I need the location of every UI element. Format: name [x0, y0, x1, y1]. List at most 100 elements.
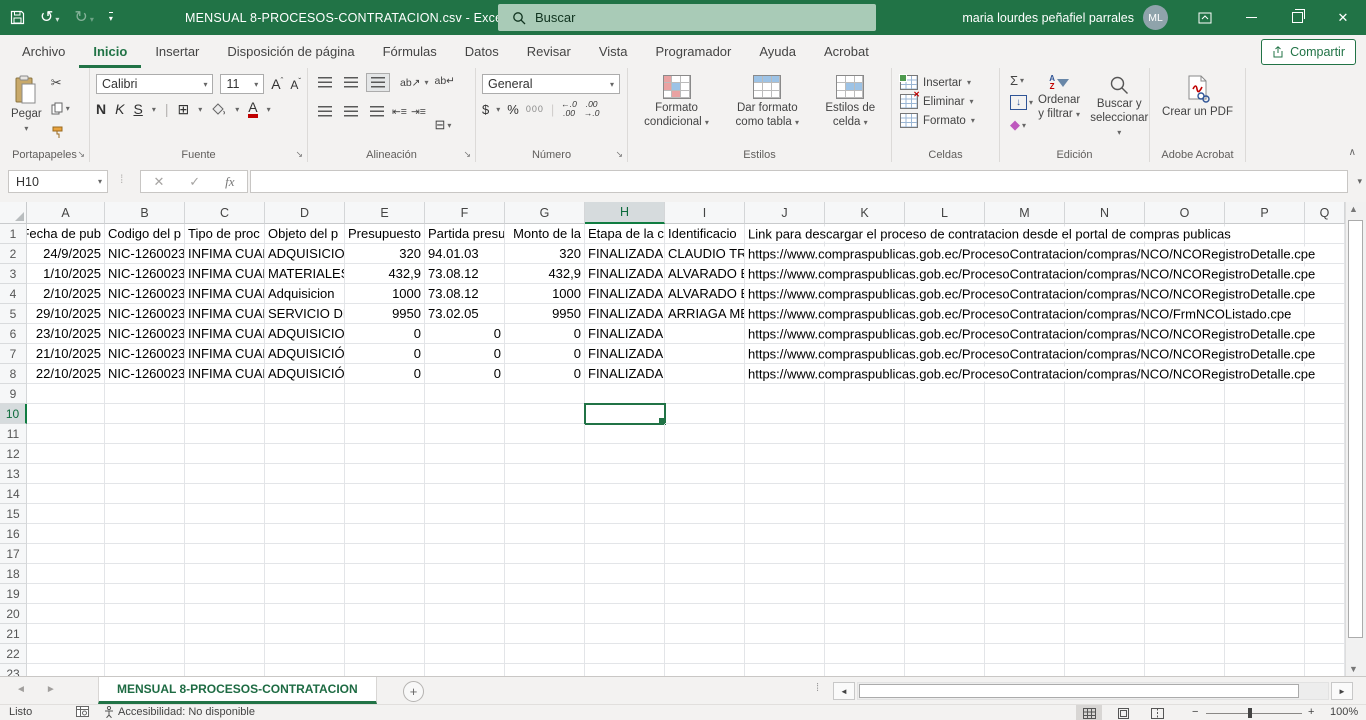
cell-P12[interactable] [1225, 444, 1305, 464]
cell-J14[interactable] [745, 484, 825, 504]
cell-I3[interactable]: ALVARADO E [665, 264, 745, 284]
cell-G22[interactable] [505, 644, 585, 664]
zoom-out-button[interactable]: − [1192, 706, 1198, 718]
cell-C7[interactable]: INFIMA CUANTIA [185, 344, 265, 364]
normal-view-button[interactable] [1076, 705, 1102, 720]
cell-K22[interactable] [825, 644, 905, 664]
cell-E5[interactable]: 9950 [345, 304, 425, 324]
cell-L20[interactable] [905, 604, 985, 624]
underline-button[interactable]: S [133, 101, 142, 117]
cell-J17[interactable] [745, 544, 825, 564]
cell-A9[interactable] [27, 384, 105, 404]
row-header-6[interactable]: 6 [0, 324, 27, 344]
tab-inicio[interactable]: Inicio [79, 35, 141, 68]
cell-B17[interactable] [105, 544, 185, 564]
cell-G18[interactable] [505, 564, 585, 584]
cell-D17[interactable] [265, 544, 345, 564]
formula-input[interactable] [250, 170, 1348, 193]
column-header-I[interactable]: I [665, 202, 745, 224]
format-cells-button[interactable]: Formato▾ [898, 111, 993, 130]
cell-L16[interactable] [905, 524, 985, 544]
cell-B20[interactable] [105, 604, 185, 624]
format-painter-button[interactable] [51, 126, 70, 139]
row-header-23[interactable]: 23 [0, 664, 27, 676]
cell-A3[interactable]: 1/10/2025 [27, 264, 105, 284]
cell-H6[interactable]: FINALIZADA [585, 324, 665, 344]
tab-acrobat[interactable]: Acrobat [810, 35, 883, 68]
cell-L22[interactable] [905, 644, 985, 664]
cell-K16[interactable] [825, 524, 905, 544]
cell-H11[interactable] [585, 424, 665, 444]
cell-M15[interactable] [985, 504, 1065, 524]
cell-D12[interactable] [265, 444, 345, 464]
prev-sheet-icon[interactable]: ◄ [16, 684, 26, 695]
cell-M9[interactable] [985, 384, 1065, 404]
clear-button[interactable]: ◆▾ [1010, 117, 1033, 133]
cell-I7[interactable] [665, 344, 745, 364]
cell-J8[interactable]: https://www.compraspublicas.gob.ec/Proce… [745, 364, 825, 384]
tab-vista[interactable]: Vista [585, 35, 642, 68]
cell-Q5[interactable] [1305, 304, 1345, 324]
row-header-5[interactable]: 5 [0, 304, 27, 324]
cell-G10[interactable] [505, 404, 585, 424]
cell-K18[interactable] [825, 564, 905, 584]
decrease-indent-button[interactable]: ⇤≡ [392, 106, 407, 118]
cell-D8[interactable]: ADQUISICIÓN [265, 364, 345, 384]
cell-G14[interactable] [505, 484, 585, 504]
sort-filter-button[interactable]: AZ Ordenar y filtrar ▾ [1033, 73, 1085, 124]
cell-A2[interactable]: 24/9/2025 [27, 244, 105, 264]
row-header-8[interactable]: 8 [0, 364, 27, 384]
cell-B18[interactable] [105, 564, 185, 584]
cell-P9[interactable] [1225, 384, 1305, 404]
zoom-slider-thumb[interactable] [1248, 708, 1252, 718]
cell-P1[interactable] [1225, 224, 1305, 244]
cell-B10[interactable] [105, 404, 185, 424]
cell-I17[interactable] [665, 544, 745, 564]
cell-E8[interactable]: 0 [345, 364, 425, 384]
cell-Q17[interactable] [1305, 544, 1345, 564]
customize-toolbar-icon[interactable]: ▾ [109, 12, 113, 23]
cell-G15[interactable] [505, 504, 585, 524]
close-button[interactable]: ✕ [1320, 0, 1366, 35]
cell-M14[interactable] [985, 484, 1065, 504]
increase-indent-button[interactable]: ⇥≡ [411, 106, 426, 118]
cell-E6[interactable]: 0 [345, 324, 425, 344]
cell-Q15[interactable] [1305, 504, 1345, 524]
cell-P17[interactable] [1225, 544, 1305, 564]
cell-F10[interactable] [425, 404, 505, 424]
cell-E2[interactable]: 320 [345, 244, 425, 264]
cell-F16[interactable] [425, 524, 505, 544]
cell-N23[interactable] [1065, 664, 1145, 676]
cell-N19[interactable] [1065, 584, 1145, 604]
align-left-button[interactable] [314, 102, 336, 121]
cell-J6[interactable]: https://www.compraspublicas.gob.ec/Proce… [745, 324, 825, 344]
cell-M10[interactable] [985, 404, 1065, 424]
sheet-tab-active[interactable]: MENSUAL 8-PROCESOS-CONTRATACION [98, 677, 377, 704]
cell-P14[interactable] [1225, 484, 1305, 504]
cell-G13[interactable] [505, 464, 585, 484]
cell-O10[interactable] [1145, 404, 1225, 424]
cell-N9[interactable] [1065, 384, 1145, 404]
cell-F17[interactable] [425, 544, 505, 564]
column-header-D[interactable]: D [265, 202, 345, 224]
scroll-right-button[interactable]: ► [1331, 682, 1353, 700]
cell-J20[interactable] [745, 604, 825, 624]
cell-F4[interactable]: 73.08.12 [425, 284, 505, 304]
cell-K21[interactable] [825, 624, 905, 644]
insert-cells-button[interactable]: Insertar▾ [898, 73, 993, 92]
row-header-19[interactable]: 19 [0, 584, 27, 604]
cell-Q18[interactable] [1305, 564, 1345, 584]
cell-N22[interactable] [1065, 644, 1145, 664]
cell-F13[interactable] [425, 464, 505, 484]
cell-E3[interactable]: 432,9 [345, 264, 425, 284]
cell-C10[interactable] [185, 404, 265, 424]
cell-Q1[interactable] [1305, 224, 1345, 244]
cell-P11[interactable] [1225, 424, 1305, 444]
tab-datos[interactable]: Datos [451, 35, 513, 68]
borders-button[interactable]: ⊞ [177, 101, 189, 118]
minimize-button[interactable] [1228, 0, 1274, 35]
cell-N13[interactable] [1065, 464, 1145, 484]
cell-D21[interactable] [265, 624, 345, 644]
cell-H12[interactable] [585, 444, 665, 464]
cell-G12[interactable] [505, 444, 585, 464]
